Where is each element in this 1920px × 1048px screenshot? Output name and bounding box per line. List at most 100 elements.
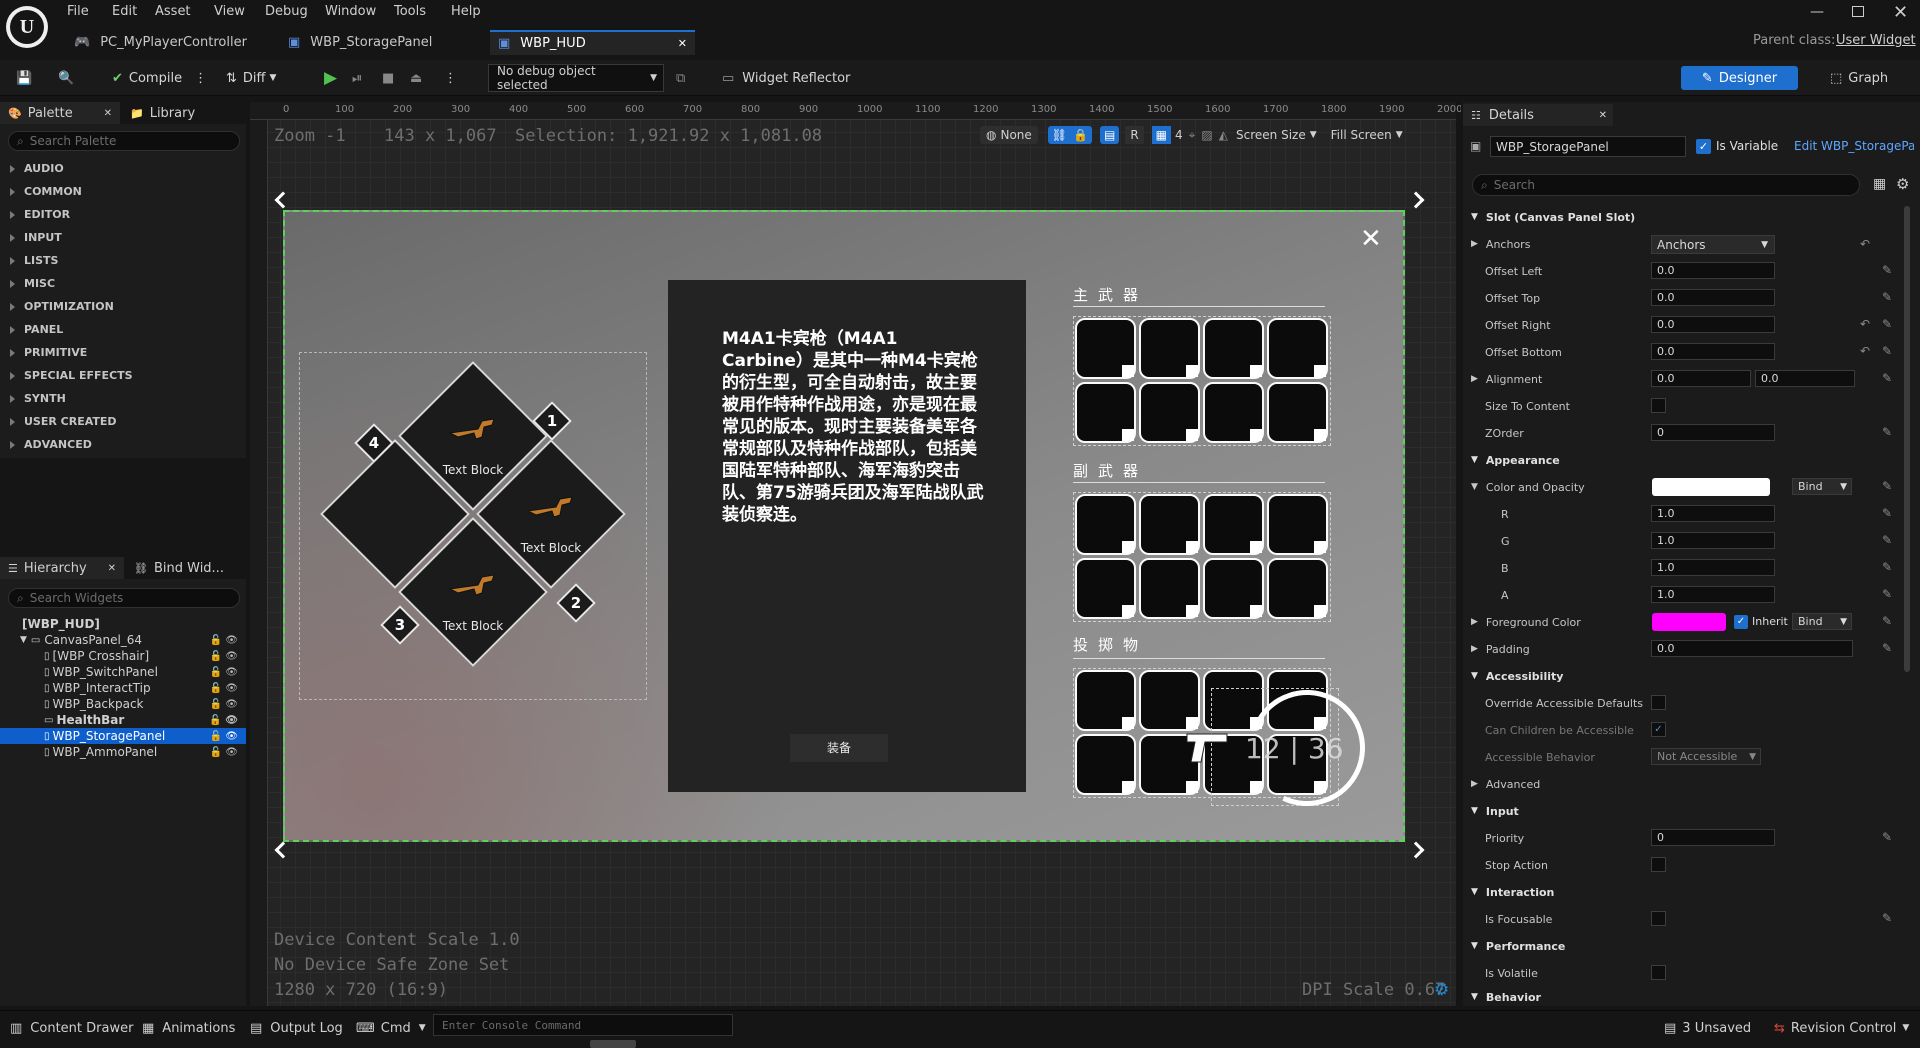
menu-asset[interactable]: Asset (155, 4, 191, 19)
lock-eye-icon[interactable]: 🔓 👁 (210, 747, 238, 758)
reset-icon[interactable]: ↶ (1860, 344, 1870, 358)
tree-item-canvaspanel[interactable]: ▼ ▭ CanvasPanel_64 🔓 👁 (0, 632, 246, 648)
color-b-input[interactable]: 1.0 (1651, 559, 1775, 576)
tree-item-interacttip[interactable]: ▯ WBP_InteractTip 🔓 👁 (0, 680, 246, 696)
category-special-effects[interactable]: SPECIAL EFFECTS (0, 364, 246, 387)
inventory-slot[interactable] (1075, 558, 1136, 619)
offset-bottom-input[interactable]: 0.0 (1651, 343, 1775, 360)
revision-control-button[interactable]: ⇆ Revision Control ▼ (1774, 1016, 1909, 1040)
menu-window[interactable]: Window (325, 4, 376, 19)
triangle-icon[interactable]: ◭ (1219, 128, 1228, 142)
lock-eye-icon[interactable]: 🔓 👁 (210, 667, 238, 678)
more-icon[interactable]: ⋮ (194, 71, 207, 86)
unsaved-button[interactable]: ▤ 3 Unsaved (1664, 1016, 1751, 1040)
inventory-slot[interactable] (1075, 382, 1136, 443)
inventory-slot[interactable] (1203, 494, 1264, 555)
bind-pen-icon[interactable]: ✎ (1882, 479, 1892, 493)
menu-help[interactable]: Help (451, 4, 481, 19)
inventory-slot[interactable] (1203, 558, 1264, 619)
bind-pen-icon[interactable]: ✎ (1882, 614, 1892, 628)
inventory-slot[interactable] (1267, 318, 1328, 379)
designer-button[interactable]: ✎ Designer (1681, 66, 1798, 90)
accessibility-section-header[interactable]: ▼ Accessibility (1463, 665, 1913, 687)
bind-dropdown[interactable]: Bind ▼ (1792, 478, 1852, 495)
offset-right-input[interactable]: 0.0 (1651, 316, 1775, 333)
lock-eye-icon[interactable]: 🔓 👁 (210, 683, 238, 694)
tree-item-crosshair[interactable]: ▯ [WBP Crosshair] 🔓 👁 (0, 648, 246, 664)
grid-snap-toggle[interactable]: ▦ (1151, 126, 1172, 144)
inventory-slot[interactable] (1267, 382, 1328, 443)
close-icon[interactable]: ✕ (104, 108, 112, 119)
settings-gear-icon[interactable]: ⚙ (1896, 175, 1909, 193)
console-input[interactable]: Enter Console Command (433, 1014, 733, 1036)
collapse-icon[interactable]: ▼ (20, 635, 27, 645)
bind-pen-icon[interactable]: ✎ (1882, 263, 1892, 277)
fill-screen-dropdown[interactable]: Fill Screen ▼ (1331, 128, 1403, 142)
hierarchy-search[interactable]: ⌕ Search Widgets (8, 588, 240, 608)
details-search[interactable]: ⌕ Search (1472, 174, 1860, 196)
close-icon[interactable]: ✕ (1360, 224, 1382, 254)
table-view-icon[interactable]: ▦ (1873, 176, 1886, 192)
offset-top-input[interactable]: 0.0 (1651, 289, 1775, 306)
debug-object-select[interactable]: No debug object selected ▼ (488, 64, 664, 92)
expand-icon[interactable]: ▶ (1471, 239, 1478, 249)
respect-locks-toggle[interactable]: ▤ (1099, 126, 1120, 144)
expand-icon[interactable]: ▶ (1471, 644, 1478, 654)
bind-pen-icon[interactable]: ✎ (1882, 830, 1892, 844)
cursor-icon[interactable]: ⌖ (1189, 128, 1196, 143)
bind-pen-icon[interactable]: ✎ (1882, 344, 1892, 358)
category-input[interactable]: INPUT (0, 226, 246, 249)
tree-item-ammopanel[interactable]: ▯ WBP_AmmoPanel 🔓 👁 (0, 744, 246, 760)
advanced-row[interactable]: ▶ Advanced (1463, 773, 1913, 795)
menu-edit[interactable]: Edit (112, 4, 137, 19)
color-r-input[interactable]: 1.0 (1651, 505, 1775, 522)
category-synth[interactable]: SYNTH (0, 387, 246, 410)
tree-item-storagepanel[interactable]: ▯ WBP_StoragePanel 🔓 👁 (0, 728, 246, 744)
appearance-section-header[interactable]: ▼ Appearance (1463, 449, 1913, 471)
inventory-slot[interactable] (1075, 734, 1136, 795)
category-lists[interactable]: LISTS (0, 249, 246, 272)
inventory-slot[interactable] (1139, 382, 1200, 443)
menu-tools[interactable]: Tools (394, 4, 426, 19)
palette-search[interactable]: ⌕ Search Palette (8, 131, 240, 151)
offset-left-input[interactable]: 0.0 (1651, 262, 1775, 279)
inventory-slot[interactable] (1203, 382, 1264, 443)
bind-pen-icon[interactable]: ✎ (1882, 425, 1892, 439)
drawer-grip[interactable] (590, 1040, 636, 1048)
minimize-icon[interactable]: — (1810, 4, 1824, 20)
compile-button[interactable]: ✔ Compile ⋮ (112, 65, 207, 91)
bind-pen-icon[interactable]: ✎ (1882, 506, 1892, 520)
equip-button[interactable]: 装备 (790, 734, 888, 762)
is-focusable-checkbox[interactable] (1651, 911, 1666, 926)
inventory-slot[interactable] (1267, 558, 1328, 619)
bind-pen-icon[interactable]: ✎ (1882, 533, 1892, 547)
debug-filter-icon[interactable]: ⧉ (676, 65, 685, 91)
inventory-slot[interactable] (1075, 670, 1136, 731)
menu-view[interactable]: View (214, 4, 245, 19)
category-primitive[interactable]: PRIMITIVE (0, 341, 246, 364)
content-drawer-button[interactable]: ▥ Content Drawer (10, 1016, 133, 1040)
grid-value[interactable]: 4 (1175, 128, 1183, 142)
tree-item-healthbar[interactable]: ▭ HealthBar 🔓 👁 (0, 712, 246, 728)
tab-wbp-storagepanel[interactable]: ▣ WBP_StoragePanel (280, 30, 485, 55)
cmd-dropdown[interactable]: ⌨ Cmd ▼ (356, 1016, 426, 1040)
screen-size-dropdown[interactable]: Screen Size ▼ (1236, 128, 1317, 142)
slot-section-header[interactable]: ▼ Slot (Canvas Panel Slot) (1463, 206, 1913, 228)
bind-pen-icon[interactable]: ✎ (1882, 560, 1892, 574)
close-tab-icon[interactable]: ✕ (678, 37, 687, 50)
edit-widget-link[interactable]: Edit WBP_StoragePanel (1794, 139, 1914, 153)
restore-icon[interactable] (1852, 6, 1864, 17)
category-user-created[interactable]: USER CREATED (0, 410, 246, 433)
override-accessible-checkbox[interactable] (1651, 695, 1666, 710)
more-icon[interactable]: ⋮ (444, 65, 457, 91)
tree-item-wbp-hud[interactable]: [WBP_HUD] (0, 616, 246, 632)
category-optimization[interactable]: OPTIMIZATION (0, 295, 246, 318)
alignment-x-input[interactable]: 0.0 (1651, 370, 1751, 387)
reset-icon[interactable]: ↶ (1860, 317, 1870, 331)
reset-icon[interactable]: ↶ (1860, 237, 1870, 251)
image-icon[interactable]: ▨ (1201, 128, 1212, 142)
inventory-slot[interactable] (1075, 494, 1136, 555)
category-common[interactable]: COMMON (0, 180, 246, 203)
play-icon[interactable]: ▶ (324, 65, 337, 91)
stop-action-checkbox[interactable] (1651, 857, 1666, 872)
